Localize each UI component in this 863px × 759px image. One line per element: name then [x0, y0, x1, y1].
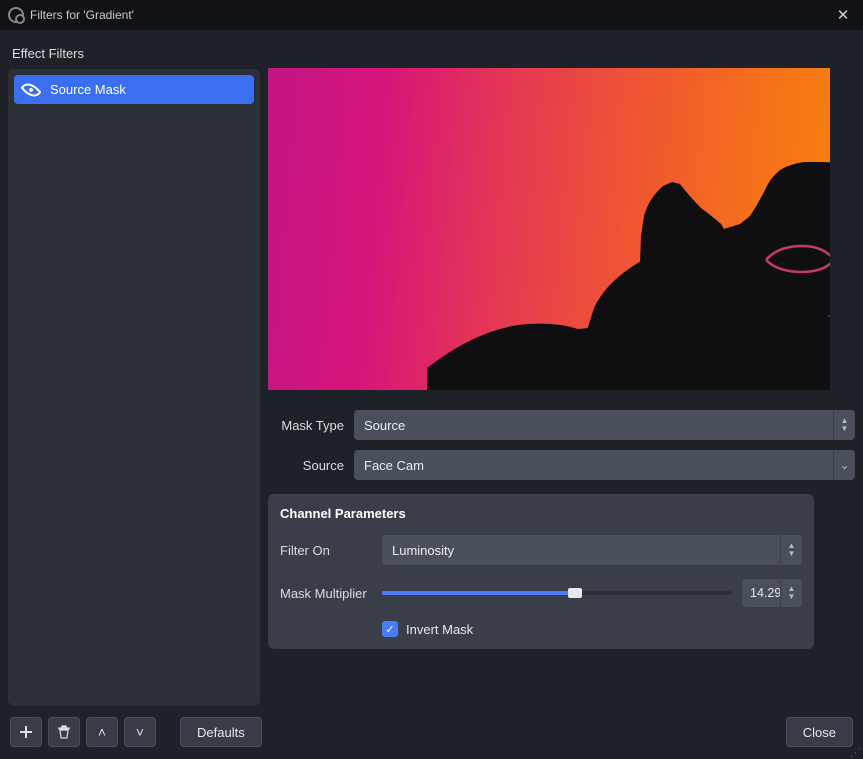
source-label: Source [268, 458, 344, 473]
mask-type-dropdown[interactable]: Source ▲▼ [354, 410, 855, 440]
trash-icon [57, 725, 71, 739]
defaults-button[interactable]: Defaults [180, 717, 262, 747]
filter-item-label: Source Mask [50, 82, 126, 97]
invert-mask-checkbox[interactable]: ✓ [382, 621, 398, 637]
close-button[interactable]: Close [786, 717, 853, 747]
source-dropdown[interactable]: Face Cam ⌄ [354, 450, 855, 480]
chevron-down-icon: ⌄ [833, 450, 855, 480]
channel-parameters-group: Channel Parameters Filter On Luminosity … [268, 494, 814, 649]
invert-mask-label: Invert Mask [406, 622, 473, 637]
add-filter-button[interactable] [10, 717, 42, 747]
filter-list: Source Mask [8, 69, 260, 706]
filter-on-label: Filter On [280, 543, 372, 558]
move-up-button[interactable]: ˄ [86, 717, 118, 747]
resize-grip-icon[interactable]: ⋰ [850, 751, 861, 757]
mask-multiplier-input[interactable]: 14.29 ▲▼ [742, 579, 802, 607]
titlebar: Filters for 'Gradient' ✕ [0, 0, 863, 30]
window-title: Filters for 'Gradient' [30, 8, 825, 22]
chevron-down-icon: ˅ [136, 724, 144, 740]
mask-multiplier-label: Mask Multiplier [280, 586, 372, 601]
preview [268, 68, 830, 390]
properties-panel: Mask Type Source ▲▼ Source Face Cam ⌄ Ch… [268, 402, 855, 649]
chevron-up-icon: ˄ [98, 724, 106, 740]
filter-on-dropdown[interactable]: Luminosity ▲▼ [382, 535, 802, 565]
move-down-button[interactable]: ˅ [124, 717, 156, 747]
app-icon [8, 7, 24, 23]
channel-parameters-header: Channel Parameters [280, 506, 802, 521]
visibility-icon[interactable] [20, 79, 41, 100]
chevron-updown-icon: ▲▼ [833, 410, 855, 440]
chevron-updown-icon: ▲▼ [780, 535, 802, 565]
delete-filter-button[interactable] [48, 717, 80, 747]
mask-type-label: Mask Type [268, 418, 344, 433]
close-icon[interactable]: ✕ [831, 6, 855, 24]
plus-icon [19, 725, 33, 739]
chevron-updown-icon: ▲▼ [780, 579, 802, 607]
mask-multiplier-slider[interactable] [382, 583, 732, 603]
filter-item-source-mask[interactable]: Source Mask [14, 75, 254, 104]
effect-filters-header: Effect Filters [8, 38, 260, 69]
